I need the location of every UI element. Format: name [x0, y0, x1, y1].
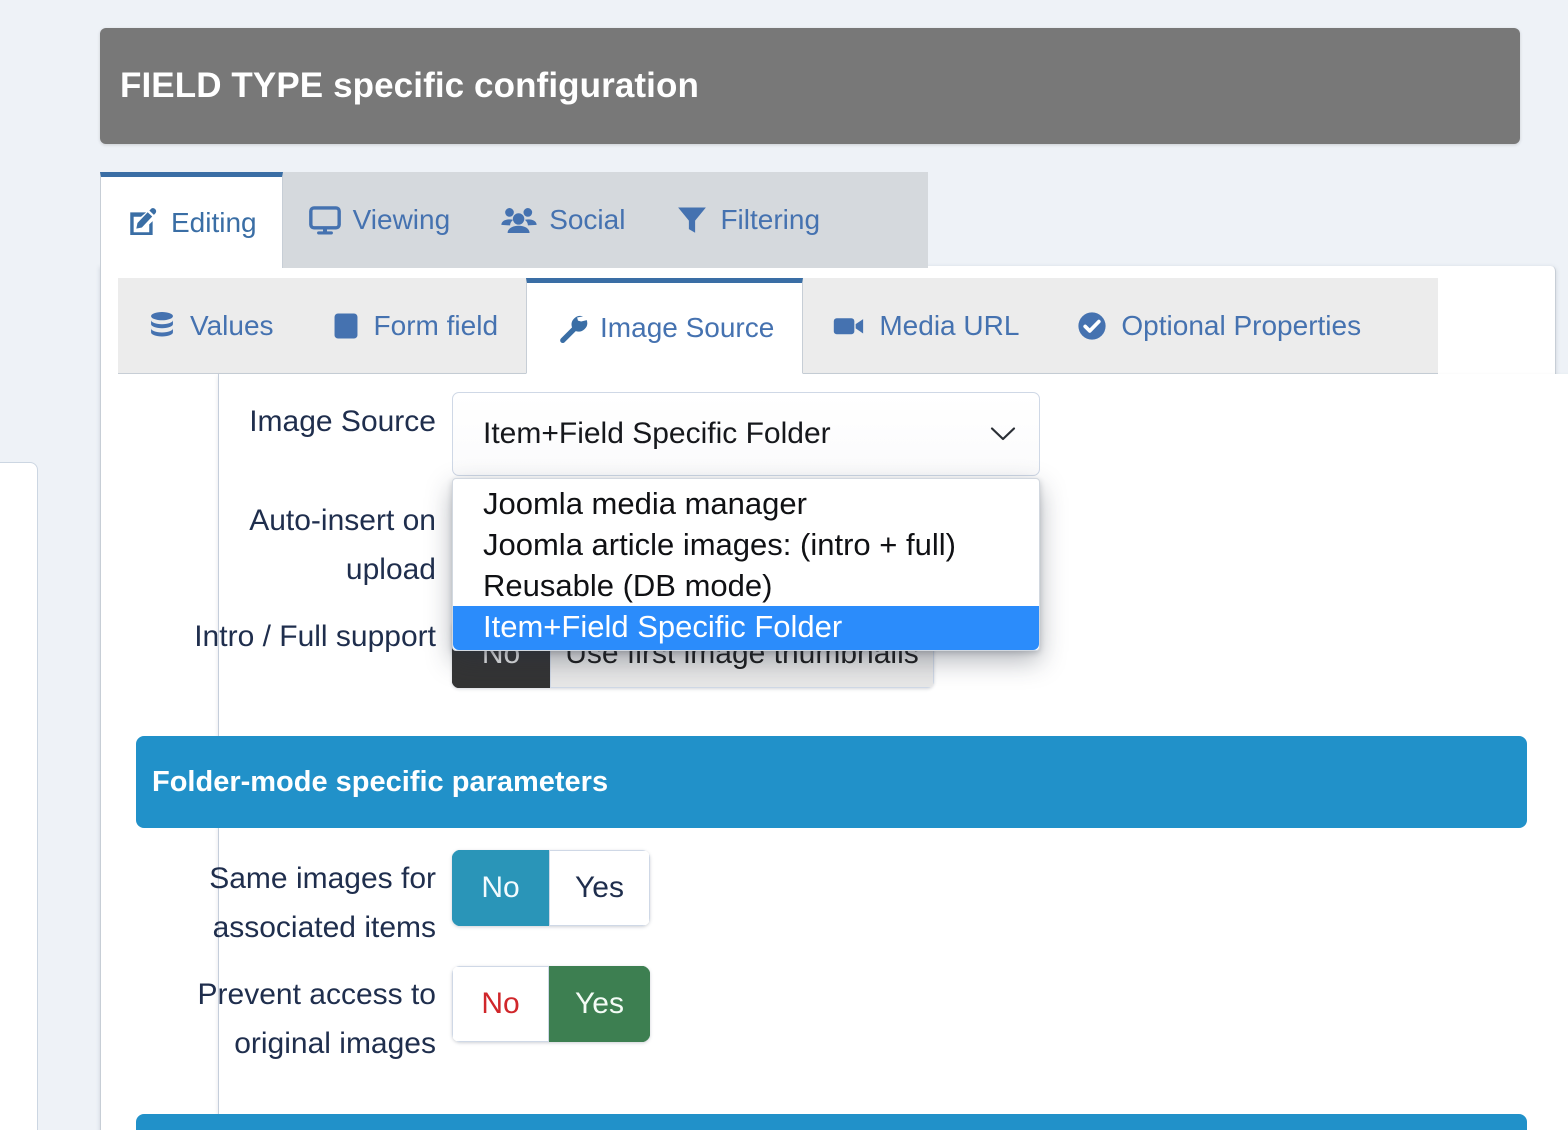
tab-viewing[interactable]: Viewing: [283, 172, 476, 268]
panel-header: FIELD TYPE specific configuration: [100, 28, 1520, 144]
wrench-icon: [555, 312, 588, 345]
check-circle-icon: [1075, 309, 1109, 343]
image-source-select-value: Item+Field Specific Folder: [483, 417, 831, 450]
label-same-images: Same images for associated items: [209, 862, 436, 944]
funnel-icon: [675, 203, 709, 237]
image-source-select[interactable]: Item+Field Specific Folder: [452, 392, 1040, 476]
same-images-toggle-group[interactable]: No Yes: [452, 850, 650, 926]
tab-viewing-label: Viewing: [352, 204, 451, 235]
dropdown-option-joomla-media-manager[interactable]: Joomla media manager: [453, 483, 1039, 524]
tab-social-label: Social: [549, 204, 626, 235]
monitor-icon: [308, 203, 342, 237]
square-icon: [330, 310, 362, 342]
chevron-down-icon: [989, 421, 1017, 447]
dropdown-option-reusable-db-mode[interactable]: Reusable (DB mode): [453, 565, 1039, 606]
users-icon: [500, 203, 538, 237]
same-images-yes-button[interactable]: Yes: [549, 850, 650, 926]
row-prevent-access: Prevent access to original images: [140, 971, 436, 1068]
subtab-values[interactable]: Values: [118, 278, 302, 373]
prevent-access-no-button[interactable]: No: [452, 966, 549, 1042]
row-intro-full: Intro / Full support: [140, 613, 436, 662]
subtab-media-url-label: Media URL: [879, 309, 1020, 341]
database-icon: [146, 310, 178, 342]
screen-root: FIELD TYPE specific configuration Editin…: [0, 0, 1568, 1130]
subtab-image-source-label: Image Source: [600, 312, 775, 343]
row-same-images: Same images for associated items: [140, 855, 436, 952]
row-image-source: Image Source: [140, 398, 436, 447]
subtab-optional-properties-label: Optional Properties: [1121, 309, 1362, 341]
same-images-no-button[interactable]: No: [452, 850, 549, 926]
label-auto-insert: Auto-insert on upload: [249, 504, 436, 586]
subtab-optional-properties[interactable]: Optional Properties: [1047, 278, 1389, 373]
left-side-panel-edge: [0, 462, 38, 1130]
label-prevent-access: Prevent access to original images: [197, 978, 436, 1060]
subtab-form-field[interactable]: Form field: [302, 278, 526, 373]
tab-filtering[interactable]: Filtering: [650, 172, 845, 268]
subtab-image-source[interactable]: Image Source: [526, 278, 804, 374]
pencil-square-icon: [126, 206, 160, 240]
subtab-media-url[interactable]: Media URL: [803, 278, 1047, 373]
subtab-values-label: Values: [190, 309, 274, 341]
label-intro-full: Intro / Full support: [194, 620, 436, 653]
dropdown-option-joomla-article-images[interactable]: Joomla article images: (intro + full): [453, 524, 1039, 565]
folder-mode-section-title: Folder-mode specific parameters: [152, 765, 609, 798]
bottom-section-header: [136, 1114, 1527, 1130]
page-title: FIELD TYPE specific configuration: [120, 66, 699, 105]
tab-filtering-label: Filtering: [720, 204, 821, 235]
row-auto-insert: Auto-insert on upload: [140, 497, 436, 594]
folder-mode-section-header: Folder-mode specific parameters: [136, 736, 1527, 828]
prevent-access-toggle-group[interactable]: No Yes: [452, 966, 650, 1042]
tab-editing[interactable]: Editing: [100, 172, 283, 268]
label-image-source: Image Source: [249, 405, 436, 438]
video-icon: [831, 310, 867, 342]
secondary-tabbar: Values Form field Image Source Media URL…: [118, 278, 1438, 374]
image-source-dropdown-list[interactable]: Joomla media manager Joomla article imag…: [452, 478, 1040, 652]
tab-social[interactable]: Social: [475, 172, 650, 268]
subtab-form-field-label: Form field: [373, 309, 499, 341]
prevent-access-yes-button[interactable]: Yes: [549, 966, 650, 1042]
tab-editing-label: Editing: [171, 206, 257, 238]
dropdown-option-item-field-specific-folder[interactable]: Item+Field Specific Folder: [453, 606, 1039, 651]
primary-tabbar: Editing Viewing Social Filtering: [100, 172, 928, 268]
